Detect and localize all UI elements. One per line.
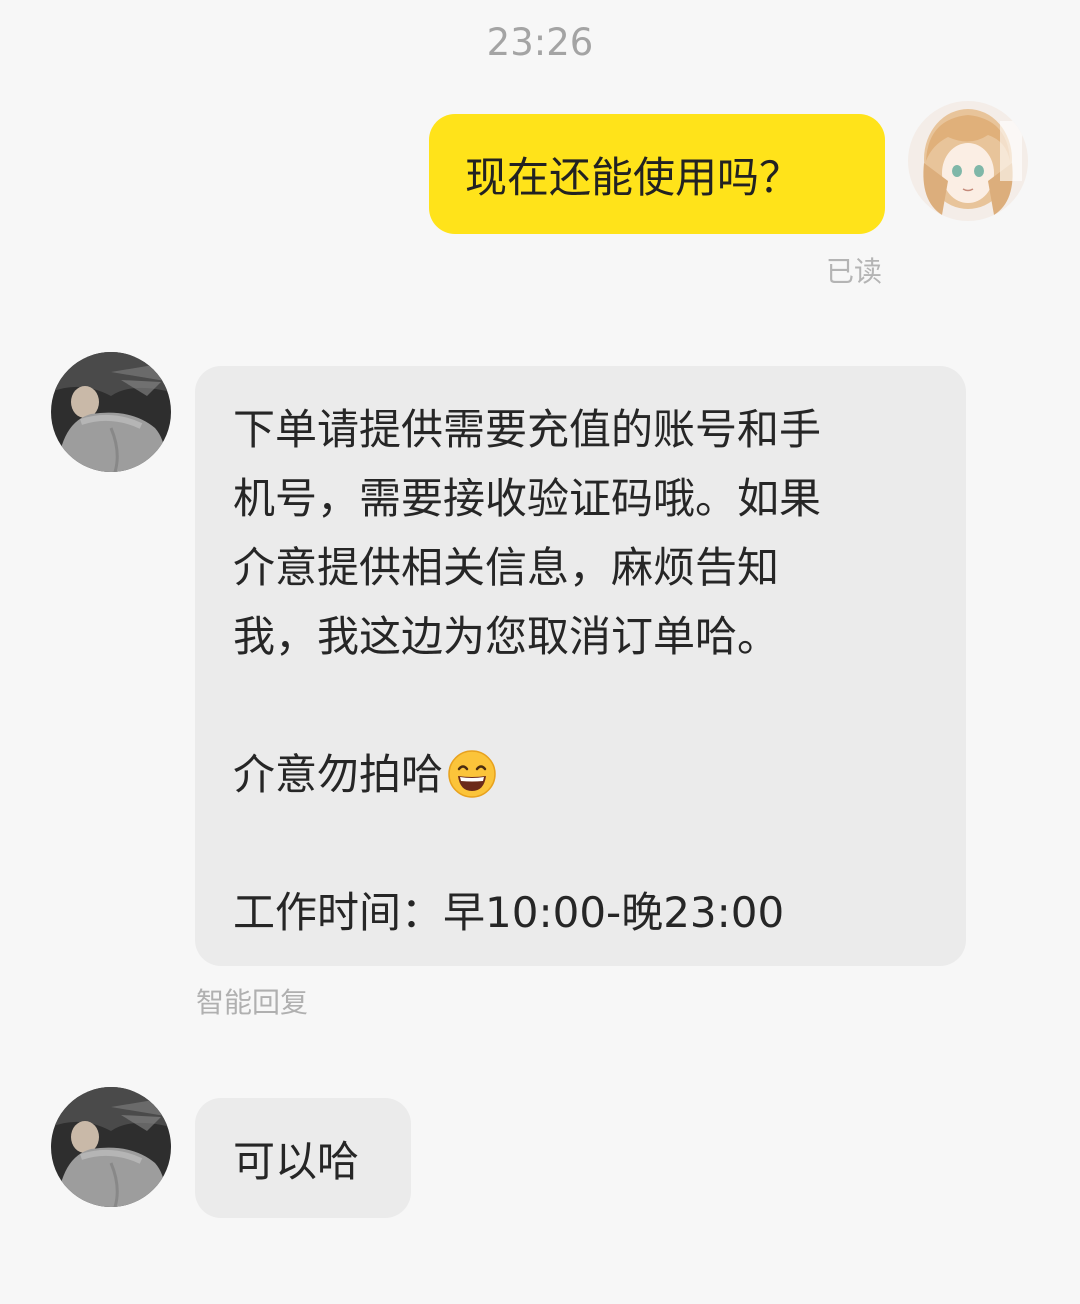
seller-avatar[interactable] [51,352,171,472]
auto-reply-line-4: 我，我这边为您取消订单哈。 [233,612,780,661]
read-receipt: 已读 [826,255,883,288]
auto-reply-line-3: 介意提供相关信息，麻烦告知 [233,543,780,592]
outgoing-message-text: 现在还能使用吗？ [465,152,802,202]
outgoing-message-bubble[interactable]: 现在还能使用吗？ [429,114,885,234]
auto-reply-notice-text: 介意勿拍哈 [233,750,444,799]
message-timestamp: 23:26 [486,21,594,64]
anime-girl-avatar-image [908,101,1028,221]
incoming-message-bubble[interactable]: 可以哈 [195,1098,411,1218]
incoming-auto-reply-bubble[interactable]: 下单请提供需要充值的账号和手 机号，需要接收验证码哦。如果 介意提供相关信息，麻… [195,366,966,966]
user-avatar[interactable] [908,101,1028,221]
seller-photo-image [51,352,171,472]
auto-reply-notice: 介意勿拍哈 [233,740,929,809]
incoming-message-text: 可以哈 [233,1136,360,1186]
seller-photo-image [51,1087,171,1207]
auto-reply-line-2: 机号，需要接收验证码哦。如果 [233,474,822,523]
smart-reply-label: 智能回复 [196,986,309,1019]
seller-avatar[interactable] [51,1087,171,1207]
working-hours: 工作时间：早10:00-晚23:00 [233,888,785,937]
auto-reply-line-1: 下单请提供需要充值的账号和手 [233,405,822,454]
grinning-face-emoji-icon [448,750,496,798]
